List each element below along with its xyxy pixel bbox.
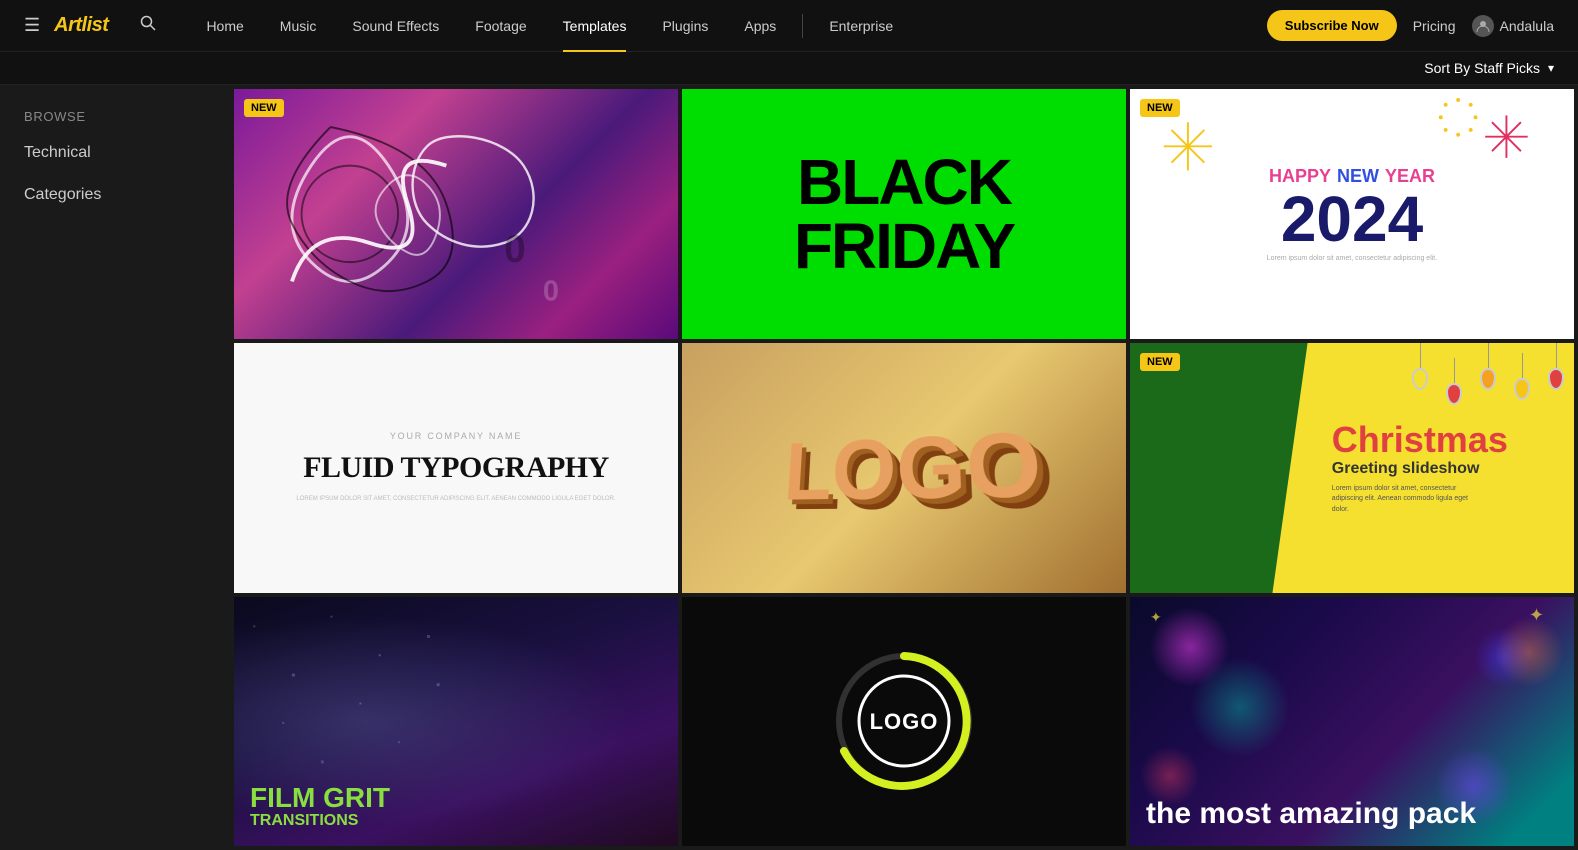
christmas-body: Lorem ipsum dolor sit amet, consectetur … bbox=[1332, 484, 1476, 516]
new-badge-6: NEW bbox=[1140, 353, 1180, 371]
newyear-2024: 2024 bbox=[1281, 187, 1423, 251]
filmgrit-content: FILM GRIT TRANSITIONS bbox=[250, 784, 390, 830]
user-name: Andalula bbox=[1500, 18, 1555, 34]
new-badge-1: NEW bbox=[244, 99, 284, 117]
logo3d-text: LOGO bbox=[782, 411, 1046, 519]
template-item-7[interactable]: FILM GRIT TRANSITIONS bbox=[234, 597, 678, 847]
template-item-3[interactable]: NEW bbox=[1130, 89, 1574, 339]
nav-apps[interactable]: Apps bbox=[726, 0, 794, 52]
nav-footage[interactable]: Footage bbox=[457, 0, 544, 52]
logocircle-svg: LOGO bbox=[824, 641, 984, 801]
nav-plugins[interactable]: Plugins bbox=[644, 0, 726, 52]
fluid-main: FLUID TYPOGRAPHY bbox=[303, 451, 609, 485]
nav-templates[interactable]: Templates bbox=[545, 0, 645, 52]
page-layout: Browse Technical Categories NEW 0 0 bbox=[0, 85, 1578, 850]
template-item-5[interactable]: LOGO bbox=[682, 343, 1126, 593]
sidebar-item-technical[interactable]: Technical bbox=[24, 140, 230, 166]
template-item-1[interactable]: NEW 0 0 bbox=[234, 89, 678, 339]
pricing-link[interactable]: Pricing bbox=[1413, 18, 1456, 34]
template-grid: NEW 0 0 BLACK FRIDAY NEW bbox=[230, 85, 1578, 850]
nav-links: Home Music Sound Effects Footage Templat… bbox=[188, 0, 1266, 52]
fluid-company: YOUR COMPANY NAME bbox=[390, 431, 522, 441]
filmgrit-sub: TRANSITIONS bbox=[250, 812, 390, 830]
template-item-9[interactable]: ✦ ✦ the most amazing pack bbox=[1130, 597, 1574, 847]
nav-enterprise[interactable]: Enterprise bbox=[811, 0, 911, 52]
svg-text:0: 0 bbox=[504, 228, 525, 271]
svg-text:LOGO: LOGO bbox=[870, 709, 939, 734]
chevron-down-icon: ▾ bbox=[1548, 61, 1554, 75]
nav-music[interactable]: Music bbox=[262, 0, 335, 52]
template-item-8[interactable]: LOGO bbox=[682, 597, 1126, 847]
top-nav: ☰ Artlist Home Music Sound Effects Foota… bbox=[0, 0, 1578, 52]
blackfriday-text: BLACK FRIDAY bbox=[682, 150, 1126, 278]
search-icon[interactable] bbox=[140, 15, 156, 36]
sidebar: Browse Technical Categories bbox=[0, 85, 230, 850]
hamburger-icon[interactable]: ☰ bbox=[24, 15, 40, 36]
filmgrit-main: FILM GRIT bbox=[250, 784, 390, 812]
template-item-2[interactable]: BLACK FRIDAY bbox=[682, 89, 1126, 339]
sort-by-dropdown[interactable]: Sort By Staff Picks ▾ bbox=[1424, 60, 1554, 76]
sidebar-browse-label: Browse bbox=[24, 109, 230, 124]
christmas-bulbs bbox=[1412, 343, 1564, 405]
template-item-6[interactable]: NEW bbox=[1130, 343, 1574, 593]
amazing-text: the most amazing pack bbox=[1146, 797, 1476, 830]
subscribe-button[interactable]: Subscribe Now bbox=[1267, 10, 1397, 41]
nav-divider bbox=[802, 14, 803, 38]
logo[interactable]: Artlist bbox=[54, 14, 108, 37]
christmas-title: Christmas bbox=[1332, 420, 1554, 460]
svg-text:0: 0 bbox=[543, 276, 559, 308]
nav-right: Subscribe Now Pricing Andalula bbox=[1267, 10, 1554, 41]
template-item-4[interactable]: YOUR COMPANY NAME FLUID TYPOGRAPHY LOREM… bbox=[234, 343, 678, 593]
user-avatar-icon bbox=[1472, 15, 1494, 37]
sort-by-label: Sort By Staff Picks bbox=[1424, 60, 1540, 76]
sidebar-item-categories[interactable]: Categories bbox=[24, 182, 230, 208]
christmas-sub: Greeting slideshow bbox=[1332, 460, 1554, 478]
nav-sound-effects[interactable]: Sound Effects bbox=[334, 0, 457, 52]
newyear-body: Lorem ipsum dolor sit amet, consectetur … bbox=[1267, 255, 1437, 262]
fluid-body: LOREM IPSUM DOLOR SIT AMET, CONSECTETUR … bbox=[296, 495, 615, 505]
new-badge-3: NEW bbox=[1140, 99, 1180, 117]
user-menu[interactable]: Andalula bbox=[1472, 15, 1555, 37]
nav-home[interactable]: Home bbox=[188, 0, 261, 52]
sort-bar: Sort By Staff Picks ▾ bbox=[0, 52, 1578, 85]
